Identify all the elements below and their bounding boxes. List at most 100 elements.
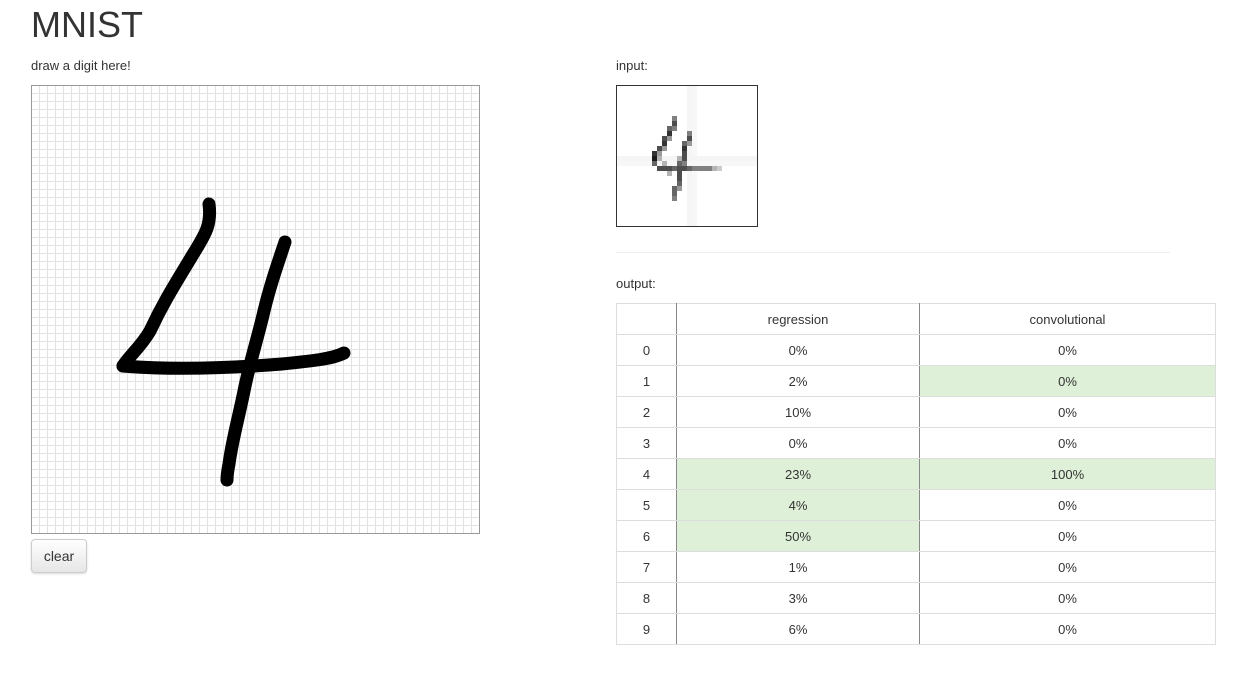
preview-pixel	[727, 156, 732, 161]
preview-pixel	[652, 151, 657, 156]
drawing-canvas[interactable]	[31, 85, 480, 534]
preview-pixel	[737, 156, 742, 161]
regression-cell: 1%	[676, 551, 920, 583]
preview-pixel	[637, 161, 642, 166]
preview-pixel	[717, 156, 722, 161]
preview-pixel	[692, 121, 697, 126]
page-title: MNIST	[31, 4, 143, 45]
digit-cell: 0	[616, 334, 677, 366]
preview-pixel	[682, 141, 687, 146]
preview-pixel	[687, 216, 692, 221]
preview-pixel	[667, 171, 672, 176]
preview-pixel	[692, 146, 697, 151]
regression-cell: 3%	[676, 582, 920, 614]
preview-pixel	[712, 161, 717, 166]
preview-pixel	[692, 116, 697, 121]
preview-pixel	[687, 221, 692, 226]
output-label: output:	[616, 276, 656, 291]
preview-pixel	[707, 161, 712, 166]
convolutional-cell: 0%	[919, 551, 1216, 583]
header-convolutional: convolutional	[919, 303, 1216, 335]
stroke-diagonal	[116, 197, 217, 373]
preview-pixel	[687, 106, 692, 111]
preview-pixel	[622, 156, 627, 161]
regression-cell: 50%	[676, 520, 920, 552]
preview-pixel	[712, 166, 717, 171]
preview-pixel	[687, 181, 692, 186]
draw-label: draw a digit here!	[31, 58, 131, 73]
preview-pixel	[742, 161, 747, 166]
preview-pixel	[752, 156, 757, 161]
preview-pixel	[687, 126, 692, 131]
preview-pixel	[662, 146, 667, 151]
preview-pixel	[662, 161, 667, 166]
preview-pixel	[642, 156, 647, 161]
digit-cell: 9	[616, 613, 677, 645]
preview-pixel	[677, 166, 682, 171]
preview-pixel	[692, 201, 697, 206]
preview-pixel	[692, 131, 697, 136]
table-row: 5 4% 0%	[616, 489, 1216, 521]
preview-pixel	[697, 156, 702, 161]
convolutional-cell: 0%	[919, 520, 1216, 552]
preview-pixel	[692, 196, 697, 201]
table-row: 7 1% 0%	[616, 551, 1216, 583]
preview-pixel	[712, 156, 717, 161]
preview-pixel	[727, 161, 732, 166]
preview-pixel	[667, 131, 672, 136]
preview-pixel	[747, 161, 752, 166]
preview-pixel	[692, 106, 697, 111]
convolutional-cell: 0%	[919, 489, 1216, 521]
header-regression: regression	[676, 303, 920, 335]
preview-pixel	[677, 186, 682, 191]
convolutional-cell: 0%	[919, 396, 1216, 428]
preview-pixel	[652, 156, 657, 161]
preview-pixel	[737, 161, 742, 166]
preview-pixel	[692, 186, 697, 191]
table-row: 3 0% 0%	[616, 427, 1216, 459]
preview-pixel	[687, 186, 692, 191]
regression-cell: 0%	[676, 427, 920, 459]
preview-pixel	[687, 206, 692, 211]
preview-pixel	[692, 221, 697, 226]
digit-cell: 5	[616, 489, 677, 521]
convolutional-cell: 0%	[919, 334, 1216, 366]
preview-pixel	[667, 161, 672, 166]
preview-pixel	[687, 111, 692, 116]
drawn-digit-strokes	[116, 197, 351, 487]
preview-pixel	[672, 166, 677, 171]
digit-cell: 3	[616, 427, 677, 459]
preview-pixel	[732, 156, 737, 161]
table-row: 1 2% 0%	[616, 365, 1216, 397]
preview-pixel	[692, 101, 697, 106]
preview-pixel	[687, 146, 692, 151]
preview-pixel	[707, 156, 712, 161]
preview-pixel	[687, 161, 692, 166]
preview-pixel	[747, 156, 752, 161]
preview-pixel	[687, 171, 692, 176]
digit-cell: 8	[616, 582, 677, 614]
stroke-horizontal	[116, 346, 351, 375]
preview-pixel	[672, 116, 677, 121]
preview-pixel	[647, 161, 652, 166]
preview-pixel	[692, 211, 697, 216]
preview-pixel	[672, 196, 677, 201]
table-row: 4 23% 100%	[616, 458, 1216, 490]
table-row: 8 3% 0%	[616, 582, 1216, 614]
preview-pixel	[702, 166, 707, 171]
regression-cell: 6%	[676, 613, 920, 645]
preview-pixel	[667, 136, 672, 141]
preview-pixel	[687, 151, 692, 156]
preview-pixel	[687, 96, 692, 101]
preview-pixel	[697, 161, 702, 166]
preview-pixel	[692, 191, 697, 196]
preview-pixel	[692, 161, 697, 166]
preview-pixel	[687, 191, 692, 196]
preview-pixel	[687, 196, 692, 201]
output-table: regression convolutional 0 0% 0% 1 2% 0% 2 10% 0…	[616, 303, 1216, 645]
preview-pixel	[692, 171, 697, 176]
preview-pixel	[677, 176, 682, 181]
preview-pixel	[617, 156, 622, 161]
preview-pixel	[692, 181, 697, 186]
clear-button[interactable]: clear	[31, 539, 87, 573]
